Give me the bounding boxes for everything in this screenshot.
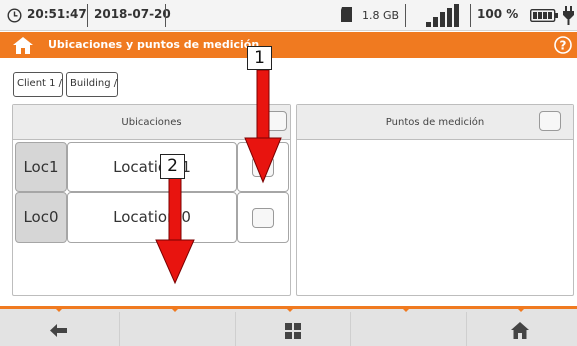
help-icon[interactable]: ? <box>554 36 572 54</box>
breadcrumb-client[interactable]: Client 1 / <box>13 72 63 97</box>
plug-icon <box>563 6 574 25</box>
callout-1: 1 <box>247 46 272 70</box>
title-bar: Ubicaciones y puntos de medición ? <box>0 32 577 58</box>
home-icon <box>511 322 529 339</box>
status-storage: 1.8 GB <box>362 9 400 22</box>
location-row-0-checkbox[interactable] <box>252 208 274 228</box>
location-row-0-checkbox-cell[interactable] <box>237 192 289 243</box>
page-title: Ubicaciones y puntos de medición <box>48 38 260 51</box>
home-button[interactable] <box>467 312 577 346</box>
location-row-0-name[interactable]: Location 0 <box>67 192 237 243</box>
bottom-toolbar <box>0 306 577 346</box>
status-bar: 20:51:47 2018-07-20 1.8 GB 100 % <box>0 0 577 31</box>
status-battery-level: 100 % <box>477 7 519 21</box>
clock-icon <box>7 8 22 23</box>
annotation-arrow-1 <box>244 70 282 184</box>
home-icon[interactable] <box>13 37 33 54</box>
location-row-1-name[interactable]: Location 1 <box>67 142 237 192</box>
sd-card-icon <box>341 7 352 22</box>
status-date: 2018-07-20 <box>94 7 171 21</box>
meter-screen: 20:51:47 2018-07-20 1.8 GB 100 % Ubicaci… <box>0 0 577 346</box>
measurement-points-header: Puntos de medición <box>297 105 573 140</box>
annotation-arrow-2 <box>155 170 195 285</box>
svg-text:?: ? <box>560 39 567 53</box>
menu-button[interactable] <box>236 312 351 346</box>
breadcrumb-building[interactable]: Building / <box>66 72 118 97</box>
points-select-all-checkbox[interactable] <box>539 111 561 131</box>
back-arrow-icon <box>50 324 67 337</box>
location-row-1-code[interactable]: Loc1 <box>15 142 67 192</box>
grid-icon <box>285 323 301 339</box>
status-time: 20:51:47 <box>27 7 87 21</box>
callout-2: 2 <box>160 154 185 179</box>
back-button[interactable] <box>0 312 120 346</box>
location-row-0-code[interactable]: Loc0 <box>15 192 67 243</box>
signal-icon <box>426 4 459 27</box>
toolbar-button-2[interactable] <box>120 312 236 346</box>
measurement-points-panel: Puntos de medición <box>296 104 574 296</box>
toolbar-button-4[interactable] <box>351 312 467 346</box>
battery-icon <box>530 9 558 22</box>
